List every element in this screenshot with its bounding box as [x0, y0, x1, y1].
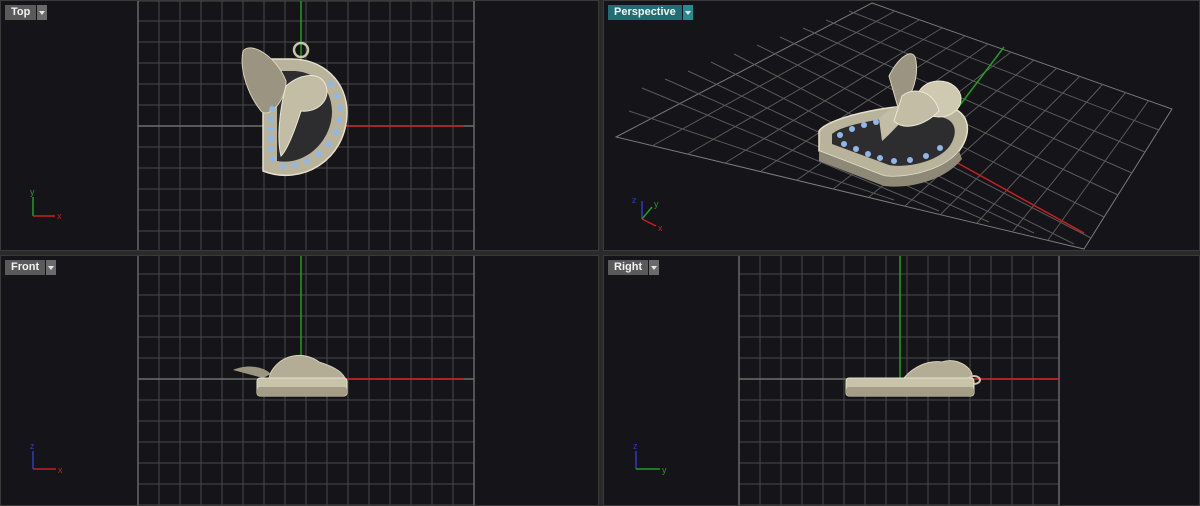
viewport-front[interactable]: z x Front [0, 255, 599, 506]
svg-text:x: x [58, 465, 63, 475]
axis-widget-icon: z y x [632, 195, 663, 233]
svg-text:x: x [57, 211, 62, 221]
viewport-right[interactable]: z y Right [603, 255, 1200, 506]
perspective-viewport-canvas[interactable]: z y x [604, 1, 1200, 251]
pendant-model[interactable] [233, 354, 348, 397]
axis-widget-icon: y x [30, 187, 62, 221]
svg-text:z: z [633, 441, 638, 451]
pendant-model[interactable] [845, 360, 981, 397]
svg-text:x: x [658, 223, 663, 233]
pendant-model[interactable] [818, 53, 969, 187]
viewport-label[interactable]: Front [5, 260, 46, 275]
axis-widget-icon: z y [633, 441, 667, 475]
viewport-label[interactable]: Top [5, 5, 37, 20]
viewport-layout: y x Top z y x Perspective z x Front z y … [0, 0, 1200, 506]
viewport-title-front[interactable]: Front [5, 260, 57, 275]
top-viewport-canvas[interactable]: y x [1, 1, 599, 251]
viewport-label[interactable]: Right [608, 260, 649, 275]
axis-widget-icon: z x [30, 441, 63, 475]
right-viewport-canvas[interactable]: z y [604, 256, 1200, 506]
y-axis-line [953, 46, 1005, 114]
svg-text:y: y [662, 465, 667, 475]
chevron-down-icon[interactable] [37, 5, 48, 20]
chevron-down-icon[interactable] [682, 5, 693, 20]
viewport-top[interactable]: y x Top [0, 0, 599, 251]
chevron-down-icon[interactable] [46, 260, 57, 275]
viewport-label[interactable]: Perspective [608, 5, 682, 20]
svg-text:z: z [30, 441, 35, 451]
front-viewport-canvas[interactable]: z x [1, 256, 599, 506]
viewport-perspective[interactable]: z y x Perspective [603, 0, 1200, 251]
svg-text:z: z [632, 195, 637, 205]
chevron-down-icon[interactable] [649, 260, 660, 275]
viewport-title-right[interactable]: Right [608, 260, 660, 275]
viewport-title-top[interactable]: Top [5, 5, 48, 20]
svg-text:y: y [654, 199, 659, 209]
svg-text:y: y [30, 187, 35, 197]
viewport-title-perspective[interactable]: Perspective [608, 5, 693, 20]
